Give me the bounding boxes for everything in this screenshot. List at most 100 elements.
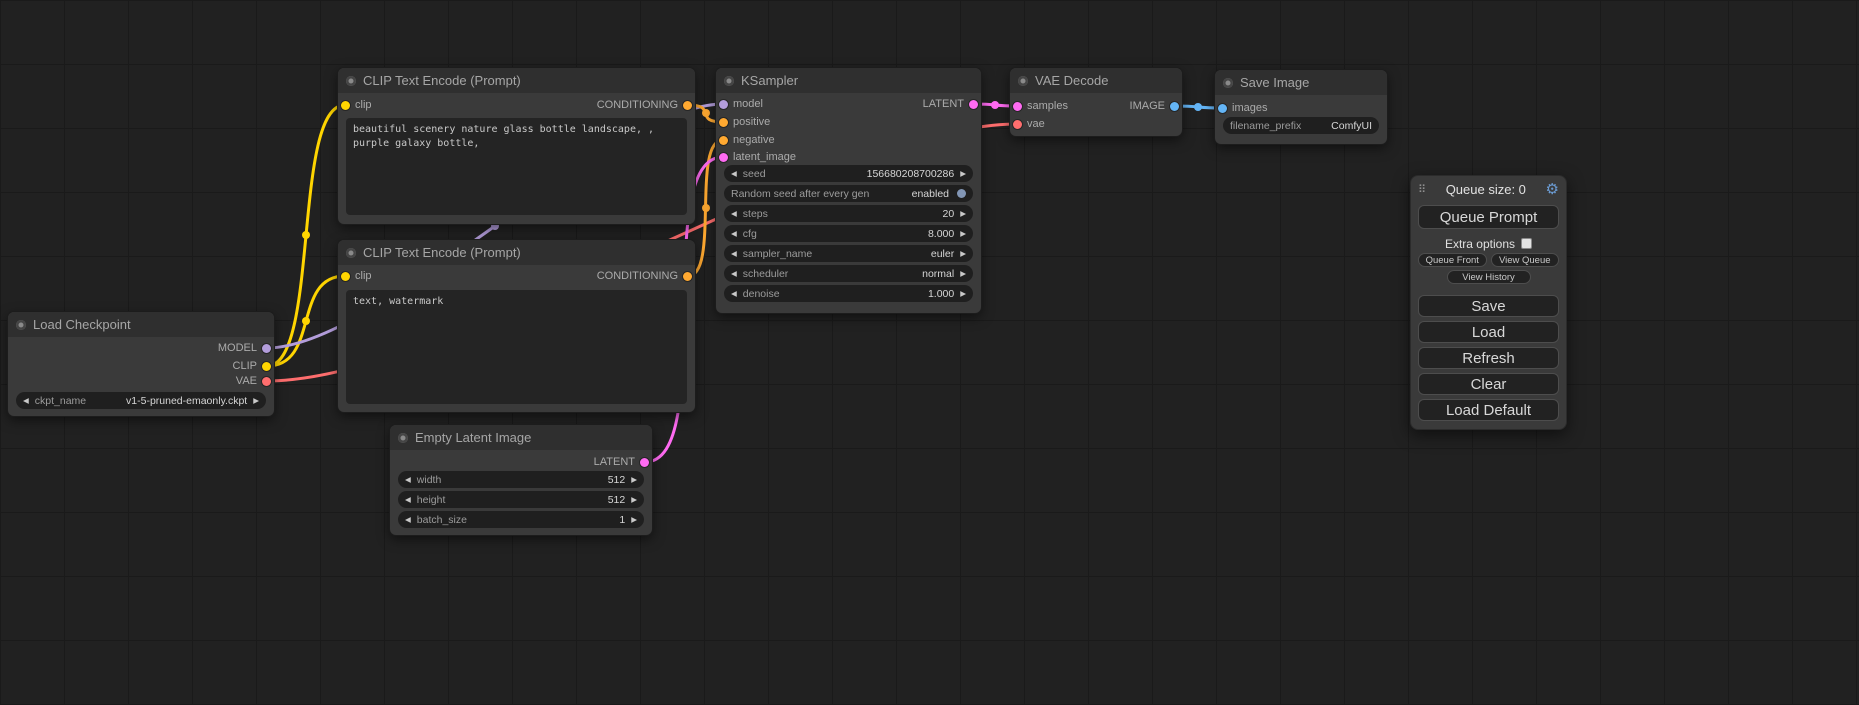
output-slot-image: IMAGE — [1130, 98, 1179, 114]
collapse-dot-icon[interactable] — [1223, 78, 1233, 88]
vae-output-dot[interactable] — [262, 377, 271, 386]
save-button[interactable]: Save — [1418, 295, 1559, 317]
toggle-knob-icon[interactable] — [957, 189, 966, 198]
extra-options-checkbox[interactable] — [1521, 238, 1532, 249]
latent-output-dot[interactable] — [640, 458, 649, 467]
output-slot-conditioning: CONDITIONING — [597, 97, 692, 113]
latent-input-dot[interactable] — [719, 153, 728, 162]
node-save-image[interactable]: Save Image images filename_prefix ComfyU… — [1215, 70, 1387, 144]
latent-input-dot[interactable] — [1013, 102, 1022, 111]
decrement-arrow-icon[interactable]: ◀ — [731, 210, 737, 218]
widget-cfg[interactable]: ◀ cfg 8.000 ▶ — [724, 225, 973, 242]
increment-arrow-icon[interactable]: ▶ — [960, 230, 966, 238]
load-default-button[interactable]: Load Default — [1418, 399, 1559, 421]
queue-prompt-button[interactable]: Queue Prompt — [1418, 205, 1559, 229]
collapse-dot-icon[interactable] — [346, 76, 356, 86]
node-empty-latent-image[interactable]: Empty Latent Image LATENT ◀ width 512 ▶ … — [390, 425, 652, 535]
decrement-arrow-icon[interactable]: ◀ — [731, 230, 737, 238]
conditioning-output-dot[interactable] — [683, 101, 692, 110]
decrement-arrow-icon[interactable]: ◀ — [405, 516, 411, 524]
increment-arrow-icon[interactable]: ▶ — [631, 476, 637, 484]
increment-arrow-icon[interactable]: ▶ — [960, 290, 966, 298]
decrement-arrow-icon[interactable]: ◀ — [405, 496, 411, 504]
settings-gear-icon[interactable]: ⚙ — [1546, 182, 1559, 197]
vae-input-dot[interactable] — [1013, 120, 1022, 129]
widget-label: seed — [743, 168, 766, 180]
increment-arrow-icon[interactable]: ▶ — [631, 496, 637, 504]
drag-handle-icon[interactable]: ⠿ — [1418, 183, 1426, 196]
widget-sampler-name[interactable]: ◀ sampler_name euler ▶ — [724, 245, 973, 262]
node-vae-decode[interactable]: VAE Decode samples IMAGE vae — [1010, 68, 1182, 136]
widget-ckpt-name[interactable]: ◀ ckpt_name v1-5-pruned-emaonly.ckpt ▶ — [16, 392, 266, 409]
node-header[interactable]: Save Image — [1215, 70, 1387, 95]
widget-scheduler[interactable]: ◀ scheduler normal ▶ — [724, 265, 973, 282]
slot-label: vae — [1027, 118, 1045, 130]
slot-label: images — [1232, 102, 1267, 114]
slot-label: clip — [355, 99, 372, 111]
refresh-button[interactable]: Refresh — [1418, 347, 1559, 369]
node-title: Load Checkpoint — [33, 317, 131, 332]
node-header[interactable]: Empty Latent Image — [390, 425, 652, 450]
widget-filename-prefix[interactable]: filename_prefix ComfyUI — [1223, 117, 1379, 134]
image-output-dot[interactable] — [1170, 102, 1179, 111]
queue-front-button[interactable]: Queue Front — [1418, 253, 1487, 267]
increment-arrow-icon[interactable]: ▶ — [960, 270, 966, 278]
load-button[interactable]: Load — [1418, 321, 1559, 343]
clip-input-dot[interactable] — [341, 101, 350, 110]
slot-label: clip — [355, 270, 372, 282]
node-header[interactable]: Load Checkpoint — [8, 312, 274, 337]
negative-prompt-textarea[interactable]: text, watermark — [346, 290, 687, 404]
decrement-arrow-icon[interactable]: ◀ — [405, 476, 411, 484]
increment-arrow-icon[interactable]: ▶ — [631, 516, 637, 524]
widget-random-seed-toggle[interactable]: Random seed after every gen enabled — [724, 185, 973, 202]
clip-output-dot[interactable] — [262, 362, 271, 371]
widget-label: height — [417, 494, 446, 506]
view-history-button[interactable]: View History — [1447, 270, 1531, 284]
model-output-dot[interactable] — [262, 344, 271, 353]
increment-arrow-icon[interactable]: ▶ — [960, 250, 966, 258]
increment-arrow-icon[interactable]: ▶ — [960, 170, 966, 178]
collapse-dot-icon[interactable] — [16, 320, 26, 330]
widget-label: cfg — [743, 228, 757, 240]
widget-denoise[interactable]: ◀ denoise 1.000 ▶ — [724, 285, 973, 302]
decrement-arrow-icon[interactable]: ◀ — [23, 397, 29, 405]
image-input-dot[interactable] — [1218, 104, 1227, 113]
model-input-dot[interactable] — [719, 100, 728, 109]
decrement-arrow-icon[interactable]: ◀ — [731, 270, 737, 278]
clip-input-dot[interactable] — [341, 272, 350, 281]
conditioning-input-dot[interactable] — [719, 136, 728, 145]
decrement-arrow-icon[interactable]: ◀ — [731, 170, 737, 178]
input-slot-samples: samples — [1013, 98, 1068, 114]
node-load-checkpoint[interactable]: Load Checkpoint MODEL CLIP VAE ◀ ckpt_na… — [8, 312, 274, 416]
collapse-dot-icon[interactable] — [724, 76, 734, 86]
node-clip-text-encode-positive[interactable]: CLIP Text Encode (Prompt) clip CONDITION… — [338, 68, 695, 224]
widget-batch-size[interactable]: ◀ batch_size 1 ▶ — [398, 511, 644, 528]
view-queue-button[interactable]: View Queue — [1491, 253, 1560, 267]
widget-width[interactable]: ◀ width 512 ▶ — [398, 471, 644, 488]
increment-arrow-icon[interactable]: ▶ — [960, 210, 966, 218]
widget-value: 512 — [608, 494, 626, 506]
conditioning-input-dot[interactable] — [719, 118, 728, 127]
decrement-arrow-icon[interactable]: ◀ — [731, 290, 737, 298]
collapse-dot-icon[interactable] — [398, 433, 408, 443]
node-header[interactable]: CLIP Text Encode (Prompt) — [338, 68, 695, 93]
widget-steps[interactable]: ◀ steps 20 ▶ — [724, 205, 973, 222]
slot-label: negative — [733, 134, 775, 146]
widget-seed[interactable]: ◀ seed 156680208700286 ▶ — [724, 165, 973, 182]
collapse-dot-icon[interactable] — [346, 248, 356, 258]
node-header[interactable]: CLIP Text Encode (Prompt) — [338, 240, 695, 265]
node-header[interactable]: VAE Decode — [1010, 68, 1182, 93]
latent-output-dot[interactable] — [969, 100, 978, 109]
increment-arrow-icon[interactable]: ▶ — [253, 397, 259, 405]
conditioning-output-dot[interactable] — [683, 272, 692, 281]
widget-height[interactable]: ◀ height 512 ▶ — [398, 491, 644, 508]
node-clip-text-encode-negative[interactable]: CLIP Text Encode (Prompt) clip CONDITION… — [338, 240, 695, 412]
node-header[interactable]: KSampler — [716, 68, 981, 93]
clear-button[interactable]: Clear — [1418, 373, 1559, 395]
node-ksampler[interactable]: KSampler model positive negative latent_… — [716, 68, 981, 313]
slot-label: LATENT — [594, 456, 635, 468]
collapse-dot-icon[interactable] — [1018, 76, 1028, 86]
output-slot-conditioning: CONDITIONING — [597, 268, 692, 284]
decrement-arrow-icon[interactable]: ◀ — [731, 250, 737, 258]
positive-prompt-textarea[interactable]: beautiful scenery nature glass bottle la… — [346, 118, 687, 215]
